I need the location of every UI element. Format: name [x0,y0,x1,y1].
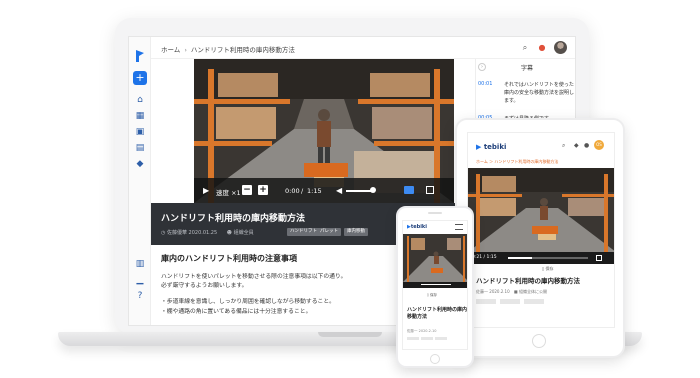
save-button[interactable]: ▯ 保存 [542,266,553,272]
tag-badge[interactable] [524,299,544,304]
add-icon[interactable]: + [133,71,147,85]
building-icon[interactable]: ▥ [135,259,145,269]
search-icon[interactable]: ⌕ [562,142,565,150]
fullscreen-icon[interactable] [596,255,602,261]
menu-icon[interactable] [455,224,463,230]
time-separator: / [301,187,304,195]
video-meta: ◷ 佐藤優華 2020.01.25 ☻ 組織全員 [161,229,254,236]
article-heading: 庫内のハンドリフト利用時の注意事項 [161,254,297,263]
phone-home-button[interactable] [430,354,440,364]
captions-icon[interactable] [404,186,414,194]
laptop-notch [318,332,382,337]
logo-mark-icon: ▶ [476,143,484,151]
calendar-icon[interactable]: ▦ [135,111,145,121]
tag-icon[interactable]: ◆ [135,159,145,169]
breadcrumb-separator-icon: › [184,46,187,54]
book-icon[interactable]: ▤ [135,143,145,153]
video-scope: 組織全体に公開 [518,289,547,294]
tag-badge[interactable] [476,299,496,304]
tag-badge[interactable] [435,337,447,340]
speed-down-button[interactable]: − [242,185,252,195]
video-controls: ▶ 速度 ×1 − + 0:00 / 1:15 ◀ [194,178,454,203]
video-title: ハンドリフト利用時の庫内移動方法 [407,307,468,320]
tablet-home-button[interactable] [532,334,546,348]
notification-icon[interactable]: ● [584,142,589,149]
breadcrumb-current: ハンドリフト利用時の庫内移動方法 [190,46,295,54]
tag-icon[interactable]: ◆ [574,142,579,149]
tablet-logo: ▶ tebiki [476,143,506,151]
tablet-screen: ▶ tebiki ⌕ ◆ ● OS ホーム ＞ ハンドリフト利用時の庫内移動方法 [467,132,615,328]
tag-badge[interactable] [421,337,433,340]
breadcrumb-home[interactable]: ホーム [161,46,180,54]
video-meta: 佐藤一 2020.2.10 [407,329,437,333]
progress-track[interactable] [421,284,451,285]
app-logo-icon [136,50,144,62]
breadcrumb[interactable]: ホーム ＞ ハンドリフト利用時の庫内移動方法 [476,159,558,165]
tag-badge[interactable]: 庫内移動 [344,228,368,236]
video-player[interactable] [468,168,614,252]
caption-time[interactable]: 00:01 [478,81,492,87]
time-current: 0:00 [285,187,300,195]
tag-badge[interactable]: パレット [317,228,341,236]
logo-text: tebiki [410,224,427,230]
time-total: 1:15 [307,187,322,195]
play-icon[interactable]: ▶ [203,186,209,195]
caption-text: 庫内の安全な移動方法を説明し [504,90,575,96]
save-button[interactable]: ▯ 保存 [427,293,437,298]
video-player[interactable] [403,234,467,282]
volume-icon[interactable]: ◀ [336,186,342,195]
time-display: 0:21 / 1:15 [472,255,497,260]
caption-text: それではハンドリフトを使った [504,82,574,88]
phone-frame: ▶tebiki ▯ 保存 ハンドリフト利用時の庫内移動方法 佐藤一 2020.2… [396,206,474,368]
search-icon[interactable]: ⌕ [520,43,530,53]
tag-badge[interactable] [500,299,520,304]
article-text: ハンドリフトを使いパレットを移動させる際の注意事項は以下の通り。 [161,274,347,280]
video-title: ハンドリフト利用時の庫内移動方法 [476,277,580,285]
video-controls: 0:21 / 1:15 [468,252,614,264]
chart-icon[interactable]: ▁ [135,275,145,285]
video-author: 佐藤優華 2020.01.25 [166,230,218,236]
video-frame [468,168,614,252]
volume-slider[interactable] [346,190,372,192]
article-bullet: ・棚や通路の角に置いてある備品には十分注意すること。 [161,309,312,315]
video-controls [403,282,467,288]
library-icon[interactable]: ▣ [135,127,145,137]
save-label: 保存 [430,293,438,297]
video-title: ハンドリフト利用時の庫内移動方法 [161,214,306,224]
phone-logo: ▶tebiki [407,224,427,230]
tablet-frame: ▶ tebiki ⌕ ◆ ● OS ホーム ＞ ハンドリフト利用時の庫内移動方法 [455,118,625,358]
volume-handle[interactable] [370,187,376,193]
caption-text: ます。 [504,98,519,104]
save-label: 保存 [545,266,554,271]
article-bullet: ・歩道車線を意識し、しっかり周囲を確認しながら移動すること。 [161,299,335,305]
phone-screen: ▶tebiki ▯ 保存 ハンドリフト利用時の庫内移動方法 佐藤一 2020.2… [402,220,468,350]
avatar[interactable]: OS [594,140,604,150]
logo-text: tebiki [483,143,507,151]
video-scope: 組織全員 [233,230,254,236]
video-author: 佐藤一 2020.2.10 [476,289,510,294]
people-icon: ☻ [226,230,234,236]
top-bar: ホーム › ハンドリフト利用時の庫内移動方法 ⌕ ● [151,37,575,59]
phone-speaker [428,212,442,214]
breadcrumb: ホーム › ハンドリフト利用時の庫内移動方法 [161,44,295,54]
avatar[interactable] [554,41,567,54]
home-icon[interactable]: ⌂ [135,95,145,105]
video-frame [403,234,467,282]
captions-header: 字幕 [520,65,533,72]
fullscreen-icon[interactable] [426,186,434,194]
help-icon[interactable]: ? [135,291,145,301]
video-meta: 佐藤一 2020.2.10 ■ 組織全体に公開 [476,289,547,295]
sidebar: + ⌂ ▦ ▣ ▤ ◆ ▥ ▁ ? [129,37,151,325]
tag-badge[interactable]: ハンドリフト [287,228,320,236]
speed-up-button[interactable]: + [258,185,268,195]
progress-fill [508,257,532,259]
article-text: 必ず厳守するようお願いします。 [161,283,248,289]
tag-badge[interactable] [407,337,419,340]
collapse-icon[interactable]: › [478,63,486,71]
notification-icon[interactable]: ● [537,43,547,53]
speed-label[interactable]: 速度 ×1 [216,187,241,197]
